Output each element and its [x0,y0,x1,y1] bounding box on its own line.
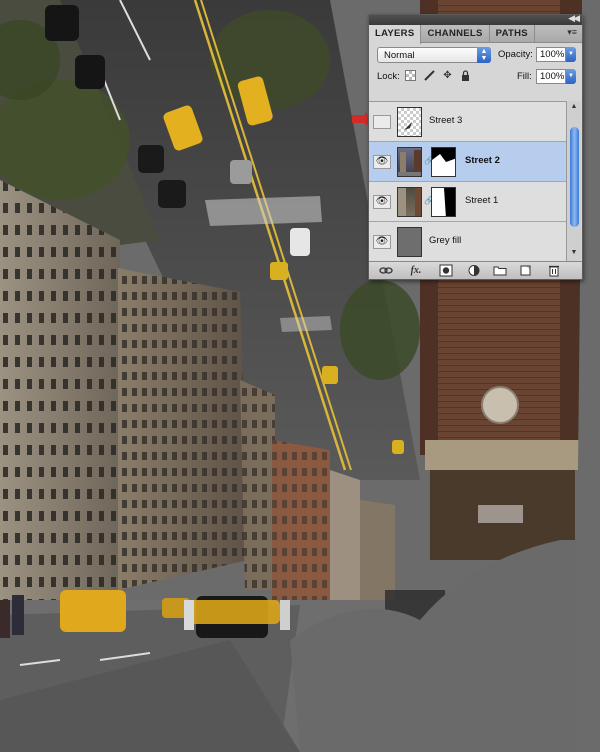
tab-layers[interactable]: LAYERS [369,25,422,44]
layers-list: 👁 Street 3 👁 🔗 Street 2 👁 🔗 [369,101,566,262]
fill-field[interactable]: 100% [536,69,566,84]
layer-mask-thumbnail[interactable] [431,187,456,217]
layer-row-street-3[interactable]: 👁 Street 3 [369,102,566,142]
panel-tabs: LAYERS CHANNELS PATHS ▾≡ [369,25,582,44]
mask-icon[interactable] [439,264,453,277]
layer-thumbnail [397,227,422,257]
scroll-thumb[interactable] [570,127,579,227]
layer-row-grey-fill[interactable]: 👁 Grey fill [369,222,566,262]
adjustment-icon[interactable] [467,264,481,277]
layers-panel: ◀◀ LAYERS CHANNELS PATHS ▾≡ Normal ▲ ▼ Op… [368,13,583,280]
panel-menu-icon[interactable]: ▾≡ [567,27,577,38]
opacity-field[interactable]: 100% [536,47,566,62]
panel-footer: fx. [369,261,582,279]
panel-titlebar[interactable]: ◀◀ [369,13,582,25]
layer-thumbnail [397,147,422,177]
layer-name[interactable]: Street 3 [429,115,462,126]
fx-icon[interactable]: fx. [409,264,423,277]
visibility-toggle-eye-icon[interactable]: 👁 [373,195,391,209]
opacity-dropdown-icon[interactable]: ▼ [566,47,576,62]
visibility-toggle-eye-icon[interactable]: 👁 [373,115,391,129]
lock-position-icon[interactable]: ✥ [441,69,454,82]
lock-transparent-pixels-icon[interactable] [405,70,416,81]
trash-icon[interactable] [547,264,561,277]
lock-row: Lock: ✥ Fill: 100% ▼ [369,65,582,87]
new-layer-icon[interactable] [519,264,533,277]
layer-thumbnail [397,187,422,217]
opacity-label: Opacity: [498,49,533,60]
folder-icon[interactable] [493,264,507,277]
blend-mode-value: Normal [384,50,415,61]
visibility-toggle-eye-icon[interactable]: 👁 [373,155,391,169]
tab-paths[interactable]: PATHS [490,25,535,42]
blend-mode-select[interactable]: Normal ▲ ▼ [377,47,491,63]
fill-dropdown-icon[interactable]: ▼ [566,69,576,84]
fill-label: Fill: [517,71,532,82]
layer-row-street-1[interactable]: 👁 🔗 Street 1 [369,182,566,222]
scroll-up-icon[interactable]: ▲ [569,103,579,113]
layer-name[interactable]: Street 1 [465,195,498,206]
tab-channels[interactable]: CHANNELS [421,25,490,42]
layer-name[interactable]: Street 2 [465,155,500,166]
link-icon[interactable] [379,264,393,277]
lock-image-pixels-icon[interactable] [423,69,436,82]
blend-row: Normal ▲ ▼ Opacity: 100% ▼ [369,43,582,65]
layer-row-street-2[interactable]: 👁 🔗 Street 2 [369,142,566,182]
lock-all-icon[interactable] [459,69,472,82]
layer-thumbnail [397,107,422,137]
lock-label: Lock: [377,71,400,82]
layer-name[interactable]: Grey fill [429,235,461,246]
scroll-down-icon[interactable]: ▼ [569,249,579,259]
select-arrows-icon: ▲ ▼ [477,47,491,63]
layer-mask-thumbnail[interactable] [431,147,456,177]
layers-scrollbar[interactable]: ▲ ▼ [566,101,581,261]
visibility-toggle-eye-icon[interactable]: 👁 [373,235,391,249]
collapse-icon[interactable]: ◀◀ [568,13,580,24]
